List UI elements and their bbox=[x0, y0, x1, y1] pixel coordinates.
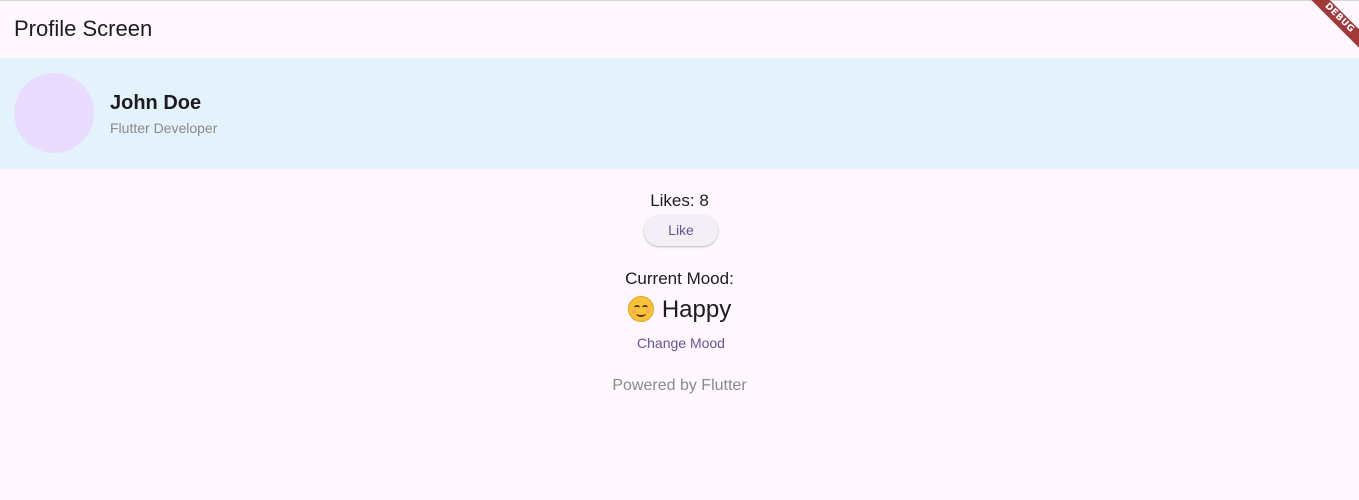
avatar bbox=[14, 73, 94, 153]
footer-text: Powered by Flutter bbox=[612, 377, 747, 394]
likes-count: Likes: 8 bbox=[650, 191, 709, 210]
page-title: Profile Screen bbox=[14, 16, 153, 41]
mood-label: Current Mood: bbox=[625, 269, 734, 288]
like-button[interactable]: Like bbox=[644, 215, 718, 246]
debug-banner: DEBUG bbox=[1304, 0, 1359, 53]
mood-display: Happy bbox=[0, 295, 1359, 325]
profile-role: Flutter Developer bbox=[110, 120, 218, 136]
profile-header: John Doe Flutter Developer bbox=[0, 58, 1359, 169]
mood-value: Happy bbox=[661, 296, 732, 323]
app-bar: Profile Screen bbox=[0, 1, 1359, 57]
change-mood-button[interactable]: Change Mood bbox=[627, 333, 735, 353]
profile-name: John Doe bbox=[110, 92, 202, 114]
smiling-face-icon bbox=[627, 296, 654, 322]
debug-banner-container: DEBUG bbox=[1299, 0, 1359, 60]
